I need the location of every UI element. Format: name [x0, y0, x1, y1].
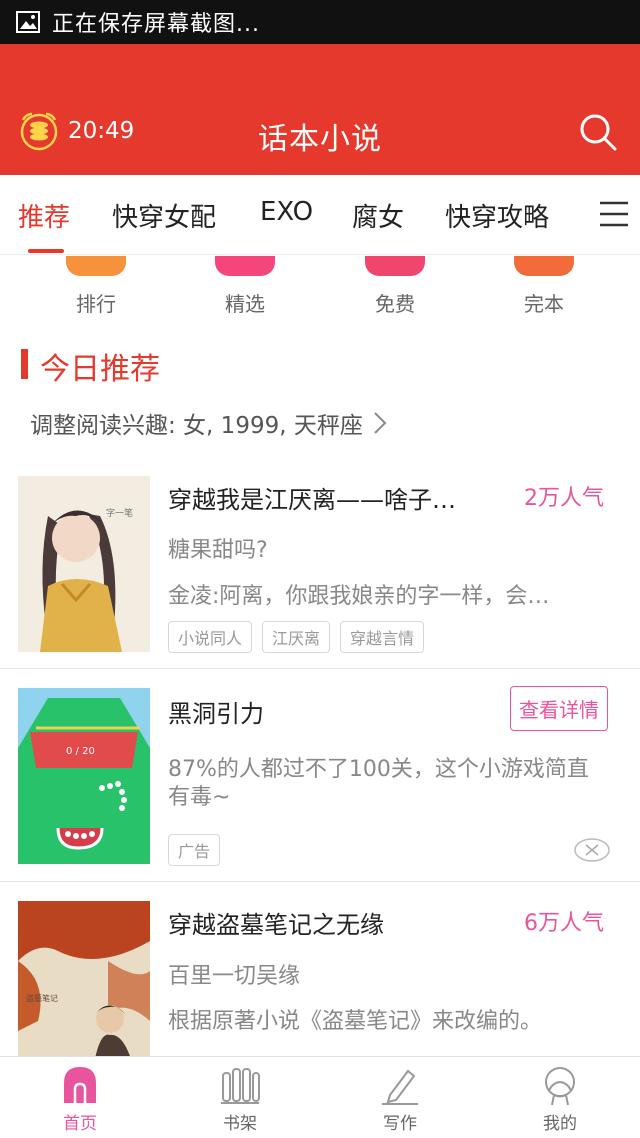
status-text: 正在保存屏幕截图... — [52, 12, 260, 37]
active-tab-indicator — [28, 249, 64, 253]
app-title: 话本小说 — [258, 122, 382, 157]
nav-write[interactable]: 写作 — [350, 1065, 450, 1134]
ad-description: 87%的人都过不了100关，这个小游戏简直有毒~ — [168, 757, 589, 810]
view-details-button[interactable]: 查看详情 — [510, 686, 608, 731]
interest-link-text: 调整阅读兴趣: 女, 1999, 天秤座 — [30, 413, 363, 439]
chevron-right-icon — [374, 412, 387, 434]
book-tag[interactable]: 小说同人 — [168, 621, 253, 653]
ad-score-text: 0 / 20 — [66, 746, 95, 757]
user-icon — [545, 1067, 575, 1105]
book-popularity: 6万人气 — [524, 911, 604, 936]
image-icon — [16, 11, 40, 33]
bottom-navigation: 首页 书架 写作 我的 — [0, 1056, 640, 1138]
search-icon[interactable] — [578, 112, 618, 152]
nav-label: 写作 — [383, 1114, 417, 1134]
book-snippet: 根据原著小说《盗墓笔记》来改编的。 — [168, 1009, 543, 1034]
nav-label: 首页 — [63, 1114, 97, 1134]
tab-recommend[interactable]: 推荐 — [18, 197, 70, 234]
book-tags: 小说同人 江厌离 穿越言情 — [168, 621, 434, 653]
category-label: 完本 — [524, 292, 564, 316]
ad-game-illustration: 0 / 20 — [18, 688, 150, 864]
book-cover[interactable]: 字一笔 — [18, 476, 150, 652]
pencil-icon — [382, 1069, 418, 1105]
ad-title: 黑洞引力 — [168, 700, 264, 728]
ad-item[interactable]: 0 / 20 黑洞引力 查看详情 87%的人都过不了100关，这个小游戏简直有毒… — [0, 670, 640, 882]
book-title: 穿越盗墓笔记之无缘 — [168, 911, 384, 939]
section-marker — [21, 349, 28, 379]
home-icon — [64, 1067, 96, 1103]
svg-text:盗墓笔记: 盗墓笔记 — [26, 993, 58, 1003]
nav-label: 书架 — [223, 1114, 257, 1134]
category-label: 精选 — [225, 292, 265, 316]
svg-text:字一笔: 字一笔 — [106, 507, 133, 519]
category-free[interactable]: 免费 — [335, 256, 455, 317]
tab-funv[interactable]: 腐女 — [352, 197, 404, 234]
ad-tags: 广告 — [168, 834, 230, 866]
tab-kuaichuan-nvpei[interactable]: 快穿女配 — [112, 197, 216, 234]
book-tag[interactable]: 江厌离 — [262, 621, 331, 653]
free-icon — [365, 256, 425, 276]
book-item[interactable]: 盗墓笔记 穿越盗墓笔记之无缘 6万人气 百里一切吴缘 根据原著小说《盗墓笔记》来… — [0, 883, 640, 1077]
nav-label: 我的 — [543, 1114, 577, 1134]
tab-exo[interactable]: EXO — [260, 197, 313, 227]
book-tag[interactable]: 穿越言情 — [340, 621, 425, 653]
category-shortcuts: 排行 精选 免费 完本 — [0, 256, 640, 322]
menu-icon[interactable] — [598, 199, 630, 229]
book-cover-illustration: 盗墓笔记 — [18, 901, 150, 1077]
book-subtitle: 糖果甜吗? — [168, 538, 268, 563]
nav-bookshelf[interactable]: 书架 — [190, 1065, 290, 1134]
featured-icon — [215, 256, 275, 276]
completed-icon — [514, 256, 574, 276]
book-snippet: 金凌:阿离，你跟我娘亲的字一样，会… — [168, 584, 550, 609]
book-popularity: 2万人气 — [524, 486, 604, 511]
category-label: 免费 — [375, 292, 415, 316]
book-subtitle: 百里一切吴缘 — [168, 964, 301, 989]
book-cover-illustration: 字一笔 — [18, 476, 150, 652]
category-ranking[interactable]: 排行 — [36, 256, 156, 317]
ranking-icon — [66, 256, 126, 276]
ad-tag: 广告 — [168, 834, 221, 866]
category-completed[interactable]: 完本 — [484, 256, 604, 317]
close-icon[interactable] — [574, 838, 610, 862]
category-tabs: 推荐 快穿女配 EXO 腐女 快穿攻略 — [0, 175, 640, 255]
tab-kuaichuan-gonglue[interactable]: 快穿攻略 — [445, 197, 549, 234]
ad-cover[interactable]: 0 / 20 — [18, 688, 150, 864]
nav-mine[interactable]: 我的 — [510, 1065, 610, 1134]
book-cover[interactable]: 盗墓笔记 — [18, 901, 150, 1077]
bookshelf-icon — [221, 1068, 260, 1104]
section-title: 今日推荐 — [40, 352, 160, 387]
category-label: 排行 — [76, 292, 116, 316]
book-item[interactable]: 字一笔 穿越我是江厌离——啥子… 2万人气 糖果甜吗? 金凌:阿离，你跟我娘亲的… — [0, 456, 640, 669]
book-title: 穿越我是江厌离——啥子… — [168, 486, 456, 514]
category-featured[interactable]: 精选 — [185, 256, 305, 317]
adjust-interest-link[interactable]: 调整阅读兴趣: 女, 1999, 天秤座 — [30, 406, 387, 440]
nav-home[interactable]: 首页 — [30, 1065, 130, 1134]
status-bar: 正在保存屏幕截图... — [0, 0, 640, 44]
